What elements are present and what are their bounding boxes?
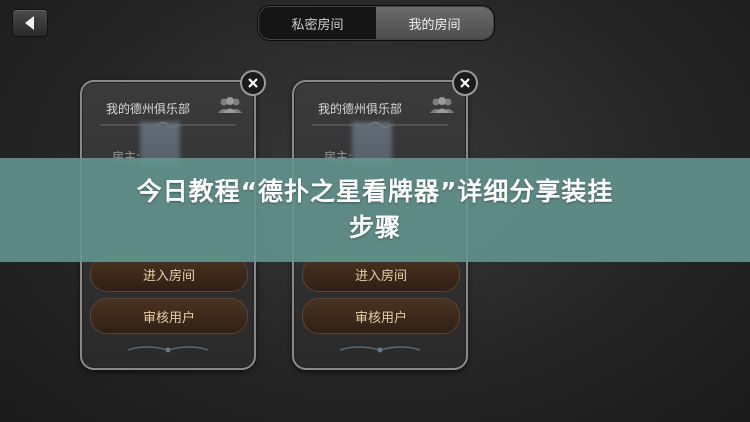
back-button[interactable] [12,9,48,37]
back-arrow-icon [25,16,34,30]
review-users-button[interactable]: 审核用户 [90,298,248,334]
club-title: 我的德州俱乐部 [318,102,403,116]
room-tabs: 私密房间 我的房间 [258,6,494,40]
bottom-ornament [127,346,209,353]
banner-title-line-2: 步骤 [348,213,401,242]
group-icon [218,97,242,113]
bottom-ornament [339,346,421,353]
group-icon [430,97,454,113]
club-title: 我的德州俱乐部 [106,102,191,116]
tab-private-rooms[interactable]: 私密房间 [259,7,376,39]
banner-title-line-1: 今日教程“德扑之星看牌器”详细分享装挂 [136,177,614,206]
close-icon [460,78,470,88]
tab-my-rooms[interactable]: 我的房间 [376,7,493,39]
close-button[interactable] [240,70,266,96]
article-title-banner: 今日教程“德扑之星看牌器”详细分享装挂 步骤 [0,158,750,262]
review-users-button[interactable]: 审核用户 [302,298,460,334]
close-button[interactable] [452,70,478,96]
close-icon [248,78,258,88]
